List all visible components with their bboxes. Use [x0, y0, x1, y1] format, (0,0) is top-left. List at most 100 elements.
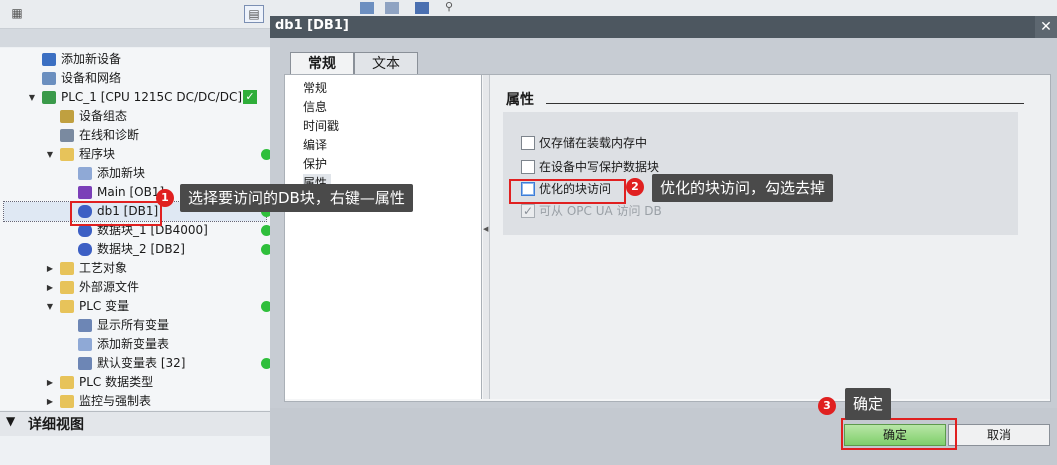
folder-icon [60, 281, 74, 294]
tree-item-program-blocks[interactable]: ▼ 程序块 [0, 145, 272, 164]
step-badge-1: 1 [156, 189, 174, 207]
section-divider [546, 103, 1024, 104]
tree-item-label: 数据块_2 [DB2] [97, 242, 185, 256]
nav-item-compile[interactable]: 编译 [303, 136, 327, 154]
pane-splitter[interactable]: ◀ [483, 75, 490, 399]
tree-item-label: 监控与强制表 [79, 394, 152, 408]
tree-item-label: 工艺对象 [79, 261, 128, 275]
collapse-arrow-icon[interactable]: ▶ [45, 373, 55, 392]
collapse-arrow-icon[interactable]: ▶ [45, 259, 55, 278]
tree-item-devices-networks[interactable]: 设备和网络 [0, 69, 270, 88]
device-config-icon [60, 110, 74, 123]
tree-item-label: 显示所有变量 [97, 318, 170, 332]
highlight-ok-button [841, 418, 957, 450]
tree-item-label: PLC 变量 [79, 299, 130, 313]
nav-item-general[interactable]: 常规 [303, 79, 327, 97]
tree-item-label: PLC 数据类型 [79, 375, 154, 389]
online-diagnostics-icon [60, 129, 74, 142]
step-badge-2: 2 [626, 178, 644, 196]
tree-item-default-tag-table[interactable]: 默认变量表 [32] [0, 354, 272, 373]
tree-item-label: 设备组态 [79, 109, 128, 123]
dialog-body: 常规 信息 时间戳 编译 保护 属性 ◀ 属性 仅存储在装载内存中 在设备中写保… [284, 74, 1051, 402]
tab-text[interactable]: 文本 [354, 52, 418, 75]
tree-item-label: 程序块 [79, 147, 116, 161]
tree-item-watch-force-tables[interactable]: ▶ 监控与强制表 [0, 392, 270, 411]
folder-icon [60, 148, 74, 161]
plc-icon [42, 91, 56, 104]
nav-item-protection[interactable]: 保护 [303, 155, 327, 173]
option-label: 仅存储在装载内存中 [539, 136, 648, 150]
opc-ua-access-checkbox [521, 202, 535, 220]
db-block-icon [78, 243, 92, 256]
tree-item-technology-objects[interactable]: ▶ 工艺对象 [0, 259, 270, 278]
devices-icon[interactable]: ▦ [8, 5, 26, 21]
nav-item-timestamp[interactable]: 时间戳 [303, 117, 339, 135]
tree-item-add-tag-table[interactable]: 添加新变量表 [0, 335, 270, 354]
tag-table-icon [78, 319, 92, 332]
editor-toolbar: ⚲ [270, 0, 1057, 16]
tree-item-label: 默认变量表 [32] [97, 356, 186, 370]
highlight-db1 [70, 201, 162, 226]
tree-item-label: 添加新变量表 [97, 337, 170, 351]
properties-nav: 常规 信息 时间戳 编译 保护 属性 [285, 75, 482, 399]
tree-item-label: Main [OB1] [97, 185, 165, 199]
project-tree-toolbar: ▦ ▤ [0, 0, 270, 29]
folder-icon [60, 262, 74, 275]
tree-item-label: 添加新设备 [61, 52, 122, 66]
tree-item-add-device[interactable]: 添加新设备 [0, 50, 270, 69]
dialog-titlebar[interactable]: db1 [DB1] ✕ [270, 16, 1057, 38]
load-memory-only-checkbox[interactable] [521, 136, 535, 150]
callout-step-1: 选择要访问的DB块，右键—属性 [180, 184, 413, 212]
detail-view-title: 详细视图 [28, 417, 84, 433]
tree-item-online-diagnostics[interactable]: 在线和诊断 [0, 126, 270, 145]
chevron-down-icon[interactable]: ▼ [6, 414, 15, 428]
add-tag-table-icon [78, 338, 92, 351]
detail-view-header[interactable]: ▼ 详细视图 [0, 411, 270, 437]
write-protect-checkbox[interactable] [521, 160, 535, 174]
network-icon [42, 72, 56, 85]
search-icon[interactable]: ⚲ [445, 0, 453, 13]
tree-item-label: 在线和诊断 [79, 128, 140, 142]
collapse-arrow-icon[interactable]: ▶ [45, 278, 55, 297]
collapse-arrow-icon[interactable]: ▶ [45, 392, 55, 411]
table-view-icon[interactable]: ▤ [244, 5, 264, 23]
check-status-icon: ✓ [243, 90, 257, 104]
tree-item-plc1[interactable]: ▼ PLC_1 [CPU 1215C DC/DC/DC] ✓ [0, 88, 270, 107]
folder-icon [60, 300, 74, 313]
folder-icon [60, 395, 74, 408]
toolbar-icon[interactable] [360, 2, 374, 14]
tab-general[interactable]: 常规 [290, 52, 354, 75]
nav-item-info[interactable]: 信息 [303, 98, 327, 116]
tree-item-label: 设备和网络 [61, 71, 122, 85]
tree-item-label: 外部源文件 [79, 280, 140, 294]
tree-item-device-config[interactable]: 设备组态 [0, 107, 270, 126]
add-block-icon [78, 167, 92, 180]
tree-item-add-block[interactable]: 添加新块 [0, 164, 270, 183]
tag-table-icon [78, 357, 92, 370]
toolbar-icon[interactable] [415, 2, 429, 14]
add-device-icon [42, 53, 56, 66]
section-title: 属性 [506, 92, 534, 108]
project-tree: 添加新设备 设备和网络 ▼ PLC_1 [CPU 1215C DC/DC/DC]… [0, 48, 272, 411]
cancel-button[interactable]: 取消 [948, 424, 1050, 446]
tree-item-plc-tags[interactable]: ▼ PLC 变量 [0, 297, 272, 316]
properties-pane: 属性 仅存储在装载内存中 在设备中写保护数据块 优化的块访问 可从 OPC [490, 75, 1050, 399]
expand-arrow-icon[interactable]: ▼ [27, 88, 37, 107]
option-label: 可从 OPC UA 访问 DB [539, 204, 662, 218]
expand-arrow-icon[interactable]: ▼ [45, 145, 55, 164]
step-badge-3: 3 [818, 397, 836, 415]
tree-item-label: 添加新块 [97, 166, 146, 180]
tree-item-label: PLC_1 [CPU 1215C DC/DC/DC] [61, 90, 243, 104]
option-label: 在设备中写保护数据块 [539, 160, 660, 174]
splitter-arrow-icon[interactable]: ◀ [483, 225, 488, 233]
tree-item-show-all-tags[interactable]: 显示所有变量 [0, 316, 270, 335]
properties-dialog: db1 [DB1] ✕ 常规 文本 常规 信息 时间戳 编译 保护 属性 ◀ 属… [270, 16, 1057, 465]
expand-arrow-icon[interactable]: ▼ [45, 297, 55, 316]
toolbar-icon[interactable] [385, 2, 399, 14]
callout-step-2: 优化的块访问，勾选去掉 [652, 174, 834, 202]
tree-item-data-block-2[interactable]: 数据块_2 [DB2] [0, 240, 272, 259]
close-icon[interactable]: ✕ [1035, 16, 1057, 38]
dialog-title: db1 [DB1] [275, 18, 349, 33]
tree-item-external-sources[interactable]: ▶ 外部源文件 [0, 278, 270, 297]
tree-item-plc-data-types[interactable]: ▶ PLC 数据类型 [0, 373, 270, 392]
